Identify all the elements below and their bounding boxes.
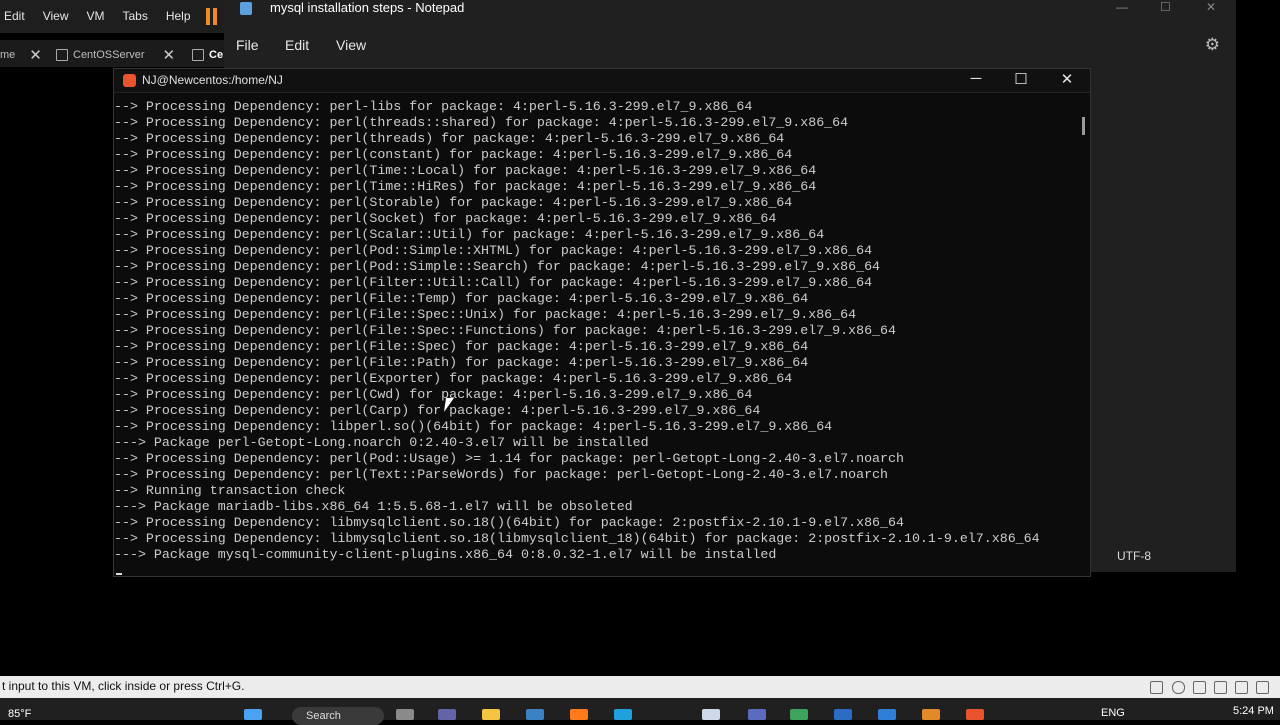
text-cursor xyxy=(116,573,122,575)
close-button[interactable]: ✕ xyxy=(1057,70,1077,88)
maximize-button[interactable]: ☐ xyxy=(1160,0,1171,14)
hdd-icon[interactable] xyxy=(1150,681,1163,694)
terminal-title: NJ@Newcentos:/home/NJ xyxy=(142,73,283,87)
firefox-icon[interactable] xyxy=(570,709,588,720)
minimize-button[interactable]: — xyxy=(1116,0,1128,14)
terminal-line: --> Processing Dependency: libmysqlclien… xyxy=(114,531,1040,546)
scrollbar-thumb[interactable] xyxy=(1082,117,1085,135)
terminal-taskbar-icon[interactable] xyxy=(966,709,984,720)
display-icon[interactable] xyxy=(1256,681,1269,694)
vm-menu-help[interactable]: Help xyxy=(157,0,200,33)
terminal-line: ---> Package perl-Getopt-Long.noarch 0:2… xyxy=(114,435,649,450)
minimize-button[interactable]: ─ xyxy=(966,70,986,87)
terminal-line: --> Processing Dependency: perl(Scalar::… xyxy=(114,227,825,242)
tab-label: me xyxy=(0,48,16,61)
terminal-line: --> Processing Dependency: perl(Time::Hi… xyxy=(114,179,817,194)
terminal-line: --> Processing Dependency: perl(Pod::Sim… xyxy=(114,259,881,274)
pause-icon[interactable] xyxy=(205,8,218,25)
app-icon[interactable] xyxy=(748,709,766,720)
terminal-line: --> Processing Dependency: perl(Pod::Sim… xyxy=(114,243,873,258)
vm-menu-view[interactable]: View xyxy=(34,0,78,33)
notepad-title: mysql installation steps - Notepad xyxy=(270,0,465,15)
vm-icon xyxy=(192,48,204,61)
clock[interactable]: 5:24 PM xyxy=(1233,705,1274,717)
terminal-line: --> Processing Dependency: perl(threads:… xyxy=(114,115,849,130)
encoding-status: UTF-8 xyxy=(1117,549,1151,563)
search-box[interactable]: Search xyxy=(292,707,384,725)
task-view-icon[interactable] xyxy=(396,709,414,720)
terminal-line: --> Processing Dependency: libmysqlclien… xyxy=(114,515,904,530)
terminal-line: --> Processing Dependency: perl(File::Pa… xyxy=(114,355,809,370)
terminal-line: --> Processing Dependency: perl(File::Sp… xyxy=(114,323,896,338)
terminal-line: --> Processing Dependency: perl(Text::Pa… xyxy=(114,467,889,482)
terminal-line: --> Processing Dependency: perl(constant… xyxy=(114,147,793,162)
vmware-icon[interactable] xyxy=(922,709,940,720)
terminal-line: --> Processing Dependency: perl(Filter::… xyxy=(114,275,873,290)
terminal-line: --> Processing Dependency: perl(Time::Lo… xyxy=(114,163,817,178)
notepad-titlebar[interactable]: mysql installation steps - Notepad — ☐ ✕ xyxy=(224,0,1236,33)
weather-widget[interactable]: 85°F xyxy=(8,708,31,720)
maximize-button[interactable]: ☐ xyxy=(1011,70,1031,88)
status-text: t input to this VM, click inside or pres… xyxy=(2,679,245,693)
terminal-line: --> Processing Dependency: perl(Carp) fo… xyxy=(114,403,761,418)
vm-tab-centosserver[interactable]: CentOSServer ✕ xyxy=(56,44,175,65)
terminal-line: --> Processing Dependency: perl(Storable… xyxy=(114,195,793,210)
settings-gear-icon[interactable]: ⚙ xyxy=(1205,35,1220,55)
start-icon[interactable] xyxy=(244,709,262,720)
terminal-line: --> Processing Dependency: perl(File::Sp… xyxy=(114,339,809,354)
app-icon[interactable] xyxy=(878,709,896,720)
terminal-lines: --> Processing Dependency: perl-libs for… xyxy=(114,99,1074,563)
windows-taskbar: 85°F Search ENG 5:24 PM xyxy=(0,698,1280,725)
teams-icon[interactable] xyxy=(438,709,456,720)
terminal-line: --> Processing Dependency: perl(Cwd) for… xyxy=(114,387,753,402)
file-explorer-icon[interactable] xyxy=(482,709,500,720)
terminal-line: --> Processing Dependency: perl(Socket) … xyxy=(114,211,777,226)
close-button[interactable]: ✕ xyxy=(1206,0,1216,14)
terminal-line: --> Processing Dependency: perl(Exporter… xyxy=(114,371,793,386)
close-icon[interactable]: ✕ xyxy=(163,46,176,64)
language-indicator[interactable]: ENG xyxy=(1101,707,1125,719)
vmware-menubar: Edit View VM Tabs Help xyxy=(0,0,230,33)
printer-icon[interactable] xyxy=(1214,681,1227,694)
search-label: Search xyxy=(306,710,341,722)
vm-tab-home[interactable]: me ✕ xyxy=(0,44,42,65)
notepad-taskbar-icon[interactable] xyxy=(702,709,720,720)
word-icon[interactable] xyxy=(834,709,852,720)
terminal-line: --> Processing Dependency: perl(Pod::Usa… xyxy=(114,451,904,466)
vmware-tabbar: me ✕ CentOSServer ✕ Ce xyxy=(0,40,230,67)
terminal-line: --> Processing Dependency: perl-libs for… xyxy=(114,99,753,114)
terminal-output[interactable]: --> Processing Dependency: perl-libs for… xyxy=(114,99,1074,571)
terminal-window[interactable]: NJ@Newcentos:/home/NJ ─ ☐ ✕ --> Processi… xyxy=(113,68,1091,577)
vmware-statusbar: t input to this VM, click inside or pres… xyxy=(0,676,1280,698)
menu-edit[interactable]: Edit xyxy=(285,37,309,53)
terminal-line: ---> Package mariadb-libs.x86_64 1:5.5.6… xyxy=(114,499,633,514)
vm-menu-edit[interactable]: Edit xyxy=(0,0,34,33)
tab-label: Ce xyxy=(209,48,224,61)
terminal-line: --> Running transaction check xyxy=(114,483,346,498)
store-icon[interactable] xyxy=(526,709,544,720)
terminal-line: --> Processing Dependency: perl(File::Sp… xyxy=(114,307,857,322)
vm-menu-vm[interactable]: VM xyxy=(77,0,113,33)
close-icon[interactable]: ✕ xyxy=(29,46,42,64)
vm-menu-tabs[interactable]: Tabs xyxy=(113,0,156,33)
terminal-app-icon xyxy=(123,74,136,87)
terminal-line: ---> Package mysql-community-client-plug… xyxy=(114,547,777,562)
app-icon[interactable] xyxy=(790,709,808,720)
terminal-titlebar[interactable]: NJ@Newcentos:/home/NJ ─ ☐ ✕ xyxy=(114,69,1090,93)
terminal-line: --> Processing Dependency: libperl.so()(… xyxy=(114,419,833,434)
tab-label: CentOSServer xyxy=(73,48,145,61)
menu-file[interactable]: File xyxy=(236,37,259,53)
sound-icon[interactable] xyxy=(1235,681,1248,694)
menu-view[interactable]: View xyxy=(336,37,366,53)
notepad-icon xyxy=(240,2,252,15)
terminal-line: --> Processing Dependency: perl(threads)… xyxy=(114,131,785,146)
vm-tab-active[interactable]: Ce xyxy=(192,44,223,65)
terminal-line: --> Processing Dependency: perl(File::Te… xyxy=(114,291,809,306)
network-icon[interactable] xyxy=(1193,681,1206,694)
vm-icon xyxy=(56,48,68,61)
cdrom-icon[interactable] xyxy=(1172,681,1185,694)
edge-icon[interactable] xyxy=(614,709,632,720)
